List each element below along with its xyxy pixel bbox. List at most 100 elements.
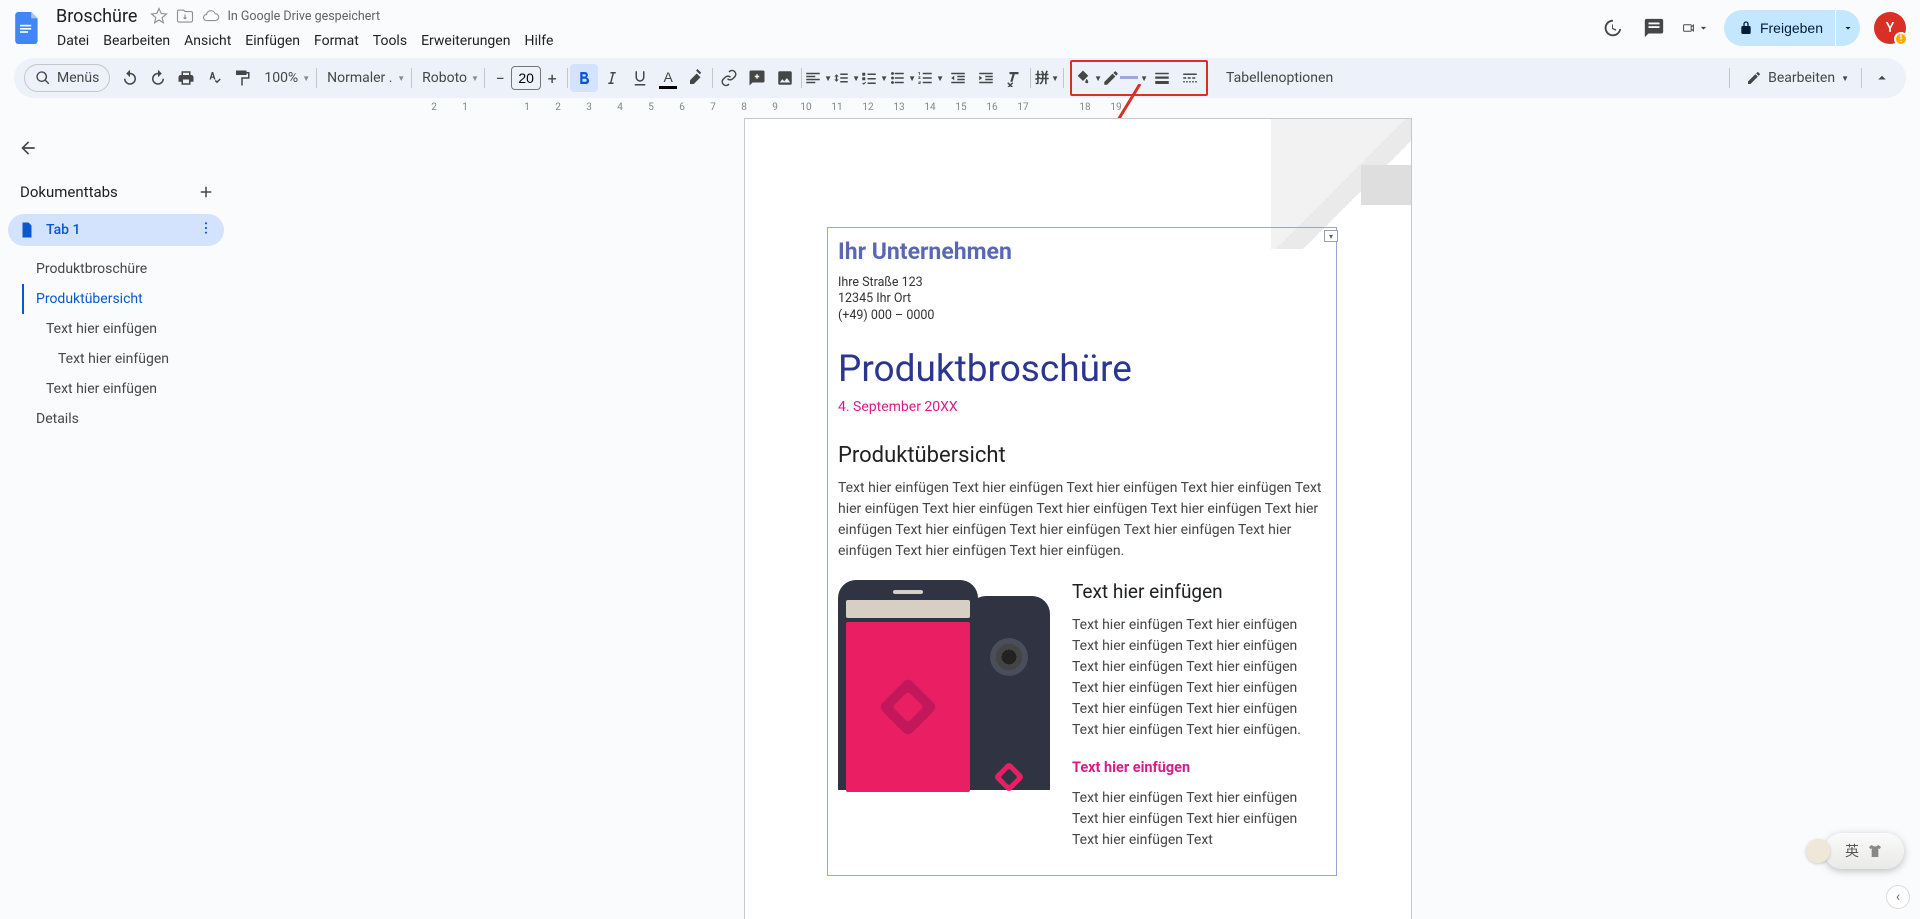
star-icon[interactable] <box>149 6 169 26</box>
page[interactable]: ▾ Ihr Unternehmen Ihre Straße 123 12345 … <box>744 118 1412 919</box>
account-avatar[interactable]: Y ! <box>1874 12 1906 44</box>
company-heading[interactable]: Ihr Unternehmen <box>838 238 1326 265</box>
highlight-color-button[interactable] <box>682 64 710 92</box>
clear-format-icon <box>1005 69 1023 87</box>
table-options-button[interactable]: Tabellenoptionen <box>1218 64 1337 92</box>
text-color-button[interactable]: A <box>654 64 682 92</box>
insert-image-button[interactable] <box>771 64 799 92</box>
ruler-tick: 11 <box>831 102 842 113</box>
editing-mode-dropdown[interactable]: Bearbeiten ▼ <box>1736 64 1855 92</box>
outline-item[interactable]: Text hier einfügen <box>22 314 224 344</box>
input-tools-button[interactable]: 拼▼ <box>1033 64 1061 92</box>
canvas[interactable]: ▾ Ihr Unternehmen Ihre Straße 123 12345 … <box>236 118 1920 919</box>
menu-erweiterungen[interactable]: Erweiterungen <box>414 31 517 51</box>
border-color-underline <box>1120 76 1138 79</box>
move-icon[interactable] <box>175 6 195 26</box>
decrease-font-button[interactable]: − <box>489 66 511 90</box>
subsection-heading[interactable]: Text hier einfügen <box>1072 580 1326 603</box>
insert-link-button[interactable] <box>715 64 743 92</box>
outdent-button[interactable] <box>944 64 972 92</box>
outline-item[interactable]: Produktübersicht <box>22 284 224 314</box>
spellcheck-button[interactable] <box>200 64 228 92</box>
tab-chip[interactable]: Tab 1 <box>8 214 224 246</box>
cell-fill-color-button[interactable]: ▼ <box>1074 64 1102 92</box>
docs-icon <box>12 12 44 44</box>
cloud-saved-icon[interactable] <box>201 6 221 26</box>
tab-menu-button[interactable] <box>198 220 214 240</box>
menu-ansicht[interactable]: Ansicht <box>177 31 238 51</box>
menu-hilfe[interactable]: Hilfe <box>517 31 560 51</box>
border-style-button[interactable] <box>1176 64 1204 92</box>
bold-button[interactable] <box>570 64 598 92</box>
caret-down-icon: ▼ <box>880 74 888 83</box>
indent-button[interactable] <box>972 64 1000 92</box>
paint-format-button[interactable] <box>228 64 256 92</box>
undo-icon <box>121 69 139 87</box>
document-date[interactable]: 4. September 20XX <box>838 399 1326 415</box>
undo-button[interactable] <box>116 64 144 92</box>
caret-down-icon: ▼ <box>1140 74 1148 83</box>
clear-format-button[interactable] <box>1000 64 1028 92</box>
collapse-toolbar-button[interactable] <box>1868 64 1896 92</box>
increase-font-button[interactable]: + <box>541 66 563 90</box>
add-tab-button[interactable] <box>194 180 218 204</box>
camera-lens-icon <box>996 644 1022 670</box>
address-line[interactable]: Ihre Straße 123 <box>838 275 1326 291</box>
border-width-button[interactable] <box>1148 64 1176 92</box>
sidebar-collapse-button[interactable] <box>8 128 48 168</box>
outline-item[interactable]: Text hier einfügen <box>22 374 224 404</box>
menu-format[interactable]: Format <box>307 31 366 51</box>
print-button[interactable] <box>172 64 200 92</box>
subsection-heading[interactable]: Text hier einfügen <box>1072 759 1326 776</box>
table-cell-dropdown[interactable]: ▾ <box>1324 230 1338 242</box>
document-name[interactable]: Broschüre <box>50 6 143 27</box>
menu-einfügen[interactable]: Einfügen <box>238 31 307 51</box>
paragraph-style-dropdown[interactable]: Normaler ...▼ <box>319 64 409 92</box>
meet-button[interactable] <box>1682 14 1710 42</box>
border-color-button[interactable]: ▼ <box>1102 64 1148 92</box>
font-dropdown[interactable]: Roboto▼ <box>414 64 482 92</box>
horizontal-ruler[interactable]: 2112345678910111213141516171819 <box>0 102 1920 118</box>
insert-comment-button[interactable] <box>743 64 771 92</box>
comments-icon[interactable] <box>1640 14 1668 42</box>
bullet-list-icon <box>888 69 906 87</box>
product-illustration[interactable] <box>838 580 1050 790</box>
body-text[interactable]: Text hier einfügen Text hier einfügen Te… <box>838 478 1326 562</box>
underline-button[interactable] <box>626 64 654 92</box>
menus-chip[interactable]: Menüs <box>24 64 110 92</box>
history-icon[interactable] <box>1598 14 1626 42</box>
document-title[interactable]: Produktbroschüre <box>838 348 1326 391</box>
body-text[interactable]: Text hier einfügen Text hier einfügen Te… <box>1072 788 1326 851</box>
numbered-list-button[interactable]: ▼ <box>916 64 944 92</box>
ime-indicator[interactable]: 英 <box>1824 833 1904 869</box>
docs-logo[interactable] <box>8 8 48 48</box>
zoom-dropdown[interactable]: 100%▼ <box>256 64 314 92</box>
line-spacing-button[interactable]: ▼ <box>832 64 860 92</box>
align-button[interactable]: ▼ <box>804 64 832 92</box>
toolbar: Menüs 100%▼ Normaler ...▼ Roboto▼ − + A … <box>14 58 1906 98</box>
diamond-icon <box>993 761 1024 792</box>
ruler-tick: 3 <box>586 102 592 113</box>
checklist-button[interactable]: ▼ <box>860 64 888 92</box>
table-tools-highlight: ▼ ▼ <box>1070 60 1208 96</box>
table-cell[interactable]: ▾ Ihr Unternehmen Ihre Straße 123 12345 … <box>827 227 1337 876</box>
outline-item[interactable]: Details <box>22 404 224 434</box>
bullet-list-button[interactable]: ▼ <box>888 64 916 92</box>
share-dropdown[interactable] <box>1836 10 1860 46</box>
redo-button[interactable] <box>144 64 172 92</box>
body-text[interactable]: Text hier einfügen Text hier einfügen Te… <box>1072 615 1326 741</box>
menu-tools[interactable]: Tools <box>366 31 414 51</box>
share-button[interactable]: Freigeben <box>1724 10 1835 46</box>
address-line[interactable]: 12345 Ihr Ort <box>838 291 1326 307</box>
menu-datei[interactable]: Datei <box>50 31 96 51</box>
section-heading[interactable]: Produktübersicht <box>838 443 1326 468</box>
outline-item[interactable]: Produktbroschüre <box>22 254 224 284</box>
italic-button[interactable] <box>598 64 626 92</box>
phone-front <box>838 580 978 790</box>
address-line[interactable]: (+49) 000 – 0000 <box>838 308 1326 324</box>
ruler-tick: 17 <box>1017 102 1028 113</box>
font-size-input[interactable] <box>511 66 541 90</box>
explore-button[interactable]: ‹ <box>1886 885 1910 909</box>
menu-bearbeiten[interactable]: Bearbeiten <box>96 31 177 51</box>
outline-item[interactable]: Text hier einfügen <box>22 344 224 374</box>
